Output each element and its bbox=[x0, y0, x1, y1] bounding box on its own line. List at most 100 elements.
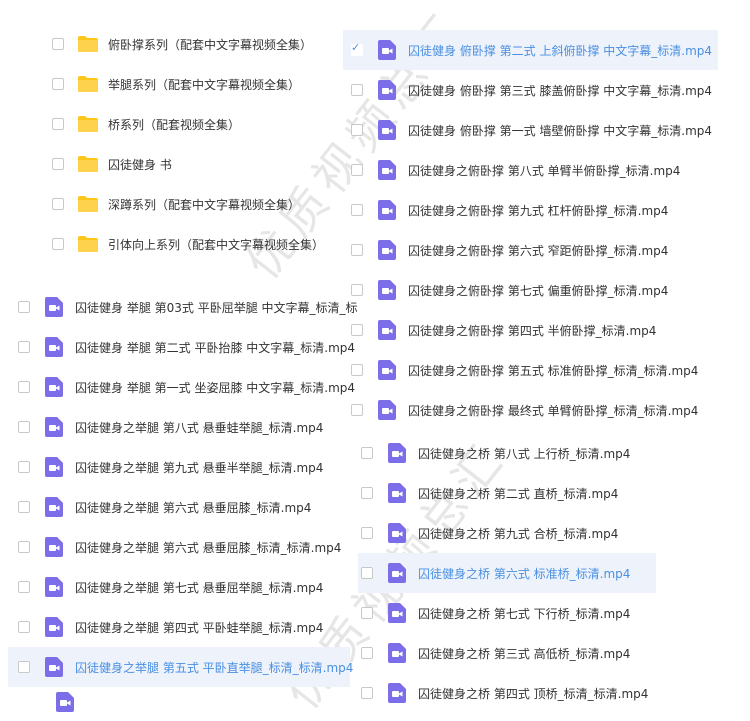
row-checkbox[interactable] bbox=[351, 41, 363, 56]
file-row[interactable]: 囚徒健身 举腿 第一式 坐姿屈膝 中文字幕_标清.mp4 bbox=[8, 367, 355, 407]
file-row[interactable]: 囚徒健身 举腿 第03式 平卧屈举腿 中文字幕_标清_标 bbox=[8, 287, 358, 327]
file-name: 囚徒健身之俯卧撑 第六式 窄距俯卧撑_标清.mp4 bbox=[408, 243, 669, 258]
row-checkbox[interactable] bbox=[52, 118, 64, 130]
video-file-icon bbox=[378, 200, 396, 220]
row-checkbox[interactable] bbox=[52, 238, 64, 250]
folder-icon bbox=[78, 76, 98, 92]
folder-name: 深蹲系列（配套中文字幕视频全集） bbox=[108, 197, 301, 212]
file-name: 囚徒健身 俯卧撑 第三式 膝盖俯卧撑 中文字幕_标清.mp4 bbox=[408, 83, 713, 98]
file-name: 囚徒健身之举腿 第九式 悬垂半举腿_标清.mp4 bbox=[75, 460, 324, 475]
file-row[interactable]: 囚徒健身之俯卧撑 第八式 单臂半俯卧撑_标清.mp4 bbox=[343, 150, 718, 190]
row-checkbox[interactable] bbox=[52, 38, 64, 50]
folder-row[interactable]: 桥系列（配套视频全集） bbox=[0, 104, 340, 144]
folder-row[interactable]: 囚徒健身 书 bbox=[0, 144, 340, 184]
folder-row[interactable]: 深蹲系列（配套中文字幕视频全集） bbox=[0, 184, 340, 224]
file-row[interactable]: 囚徒健身 俯卧撑 第二式 上斜俯卧撑 中文字幕_标清.mp4 bbox=[343, 30, 718, 70]
file-name: 囚徒健身 举腿 第03式 平卧屈举腿 中文字幕_标清_标 bbox=[75, 300, 358, 315]
row-checkbox[interactable] bbox=[351, 324, 363, 336]
row-checkbox[interactable] bbox=[361, 487, 373, 499]
file-row[interactable]: 囚徒健身之举腿 第九式 悬垂半举腿_标清.mp4 bbox=[8, 447, 350, 487]
row-checkbox[interactable] bbox=[18, 301, 30, 313]
file-row[interactable]: 囚徒健身之俯卧撑 第九式 杠杆俯卧撑_标清.mp4 bbox=[343, 190, 718, 230]
file-name: 囚徒健身 俯卧撑 第二式 上斜俯卧撑 中文字幕_标清.mp4 bbox=[408, 43, 713, 58]
file-row[interactable]: 囚徒健身之举腿 第八式 悬垂蛙举腿_标清.mp4 bbox=[8, 407, 350, 447]
row-checkbox[interactable] bbox=[18, 661, 30, 673]
file-row[interactable]: 囚徒健身之桥 第四式 顶桥_标清_标清.mp4 bbox=[358, 673, 656, 713]
row-checkbox[interactable] bbox=[351, 84, 363, 96]
folder-icon bbox=[78, 116, 98, 132]
file-row[interactable]: 囚徒健身 举腿 第二式 平卧抬膝 中文字幕_标清.mp4 bbox=[8, 327, 355, 367]
row-checkbox[interactable] bbox=[351, 204, 363, 216]
file-row[interactable]: 囚徒健身之举腿 第六式 悬垂屈膝_标清.mp4 bbox=[8, 487, 350, 527]
file-row[interactable]: 囚徒健身之举腿 第六式 悬垂屈膝_标清_标清.mp4 bbox=[8, 527, 350, 567]
file-row[interactable]: 囚徒健身之桥 第八式 上行桥_标清.mp4 bbox=[358, 433, 656, 473]
row-checkbox[interactable] bbox=[18, 381, 30, 393]
row-checkbox[interactable] bbox=[361, 687, 373, 699]
file-row[interactable]: 囚徒健身之桥 第九式 合桥_标清.mp4 bbox=[358, 513, 656, 553]
file-row[interactable]: 囚徒健身 俯卧撑 第三式 膝盖俯卧撑 中文字幕_标清.mp4 bbox=[343, 70, 718, 110]
row-checkbox[interactable] bbox=[361, 647, 373, 659]
row-checkbox[interactable] bbox=[351, 284, 363, 296]
video-file-icon bbox=[45, 377, 63, 397]
video-file-icon bbox=[378, 400, 396, 420]
video-file-icon bbox=[45, 657, 63, 677]
file-name: 囚徒健身之桥 第九式 合桥_标清.mp4 bbox=[418, 526, 619, 541]
row-checkbox[interactable] bbox=[18, 541, 30, 553]
row-checkbox[interactable] bbox=[351, 164, 363, 176]
video-file-icon bbox=[388, 483, 406, 503]
row-checkbox[interactable] bbox=[351, 364, 363, 376]
file-name: 囚徒健身之举腿 第八式 悬垂蛙举腿_标清.mp4 bbox=[75, 420, 324, 435]
folder-icon bbox=[78, 196, 98, 212]
file-row[interactable]: 囚徒健身之桥 第七式 下行桥_标清.mp4 bbox=[358, 593, 656, 633]
file-row[interactable]: 囚徒健身之俯卧撑 第五式 标准俯卧撑_标清_标清.mp4 bbox=[343, 350, 718, 390]
row-checkbox[interactable] bbox=[18, 461, 30, 473]
row-checkbox[interactable] bbox=[18, 581, 30, 593]
row-checkbox[interactable] bbox=[351, 404, 363, 416]
row-checkbox[interactable] bbox=[52, 158, 64, 170]
folder-row[interactable]: 举腿系列（配套中文字幕视频全集） bbox=[0, 64, 340, 104]
video-file-icon bbox=[378, 120, 396, 140]
file-row[interactable]: 囚徒健身之举腿 第五式 平卧直举腿_标清_标清.mp4 bbox=[8, 647, 353, 687]
video-file-icon bbox=[388, 523, 406, 543]
row-checkbox[interactable] bbox=[351, 244, 363, 256]
video-file-icon bbox=[378, 320, 396, 340]
file-row[interactable]: 囚徒健身之桥 第六式 标准桥_标清.mp4 bbox=[358, 553, 656, 593]
video-file-icon bbox=[45, 537, 63, 557]
file-row[interactable]: 囚徒健身之举腿 第七式 悬垂屈举腿_标清.mp4 bbox=[8, 567, 350, 607]
video-file-icon bbox=[45, 417, 63, 437]
folder-row[interactable]: 引体向上系列（配套中文字幕视频全集） bbox=[0, 224, 340, 264]
file-row[interactable]: 囚徒健身之俯卧撑 第四式 半俯卧撑_标清.mp4 bbox=[343, 310, 718, 350]
video-file-icon bbox=[378, 160, 396, 180]
row-checkbox[interactable] bbox=[18, 341, 30, 353]
folder-name: 桥系列（配套视频全集） bbox=[108, 117, 241, 132]
row-checkbox[interactable] bbox=[18, 501, 30, 513]
file-name: 囚徒健身之俯卧撑 第七式 偏重俯卧撑_标清.mp4 bbox=[408, 283, 669, 298]
folder-name: 俯卧撑系列（配套中文字幕视频全集） bbox=[108, 37, 313, 52]
file-row[interactable]: 囚徒健身之桥 第二式 直桥_标清.mp4 bbox=[358, 473, 656, 513]
row-checkbox[interactable] bbox=[52, 198, 64, 210]
row-checkbox[interactable] bbox=[361, 527, 373, 539]
file-row[interactable]: 囚徒健身之俯卧撑 最终式 单臂俯卧撑_标清_标清.mp4 bbox=[343, 390, 718, 430]
row-checkbox[interactable] bbox=[361, 607, 373, 619]
row-checkbox[interactable] bbox=[351, 124, 363, 136]
folder-row[interactable]: 俯卧撑系列（配套中文字幕视频全集） bbox=[0, 24, 340, 64]
file-name: 囚徒健身 俯卧撑 第一式 墙壁俯卧撑 中文字幕_标清.mp4 bbox=[408, 123, 713, 138]
video-file-icon bbox=[45, 617, 63, 637]
row-checkbox[interactable] bbox=[361, 567, 373, 579]
row-checkbox[interactable] bbox=[361, 447, 373, 459]
file-row[interactable]: 囚徒健身之桥 第三式 高低桥_标清.mp4 bbox=[358, 633, 656, 673]
video-file-icon bbox=[378, 40, 396, 60]
row-checkbox[interactable] bbox=[18, 621, 30, 633]
row-checkbox[interactable] bbox=[52, 78, 64, 90]
file-row[interactable]: 囚徒健身 俯卧撑 第一式 墙壁俯卧撑 中文字幕_标清.mp4 bbox=[343, 110, 718, 150]
file-name: 囚徒健身之桥 第三式 高低桥_标清.mp4 bbox=[418, 646, 631, 661]
file-row[interactable]: 囚徒健身之俯卧撑 第六式 窄距俯卧撑_标清.mp4 bbox=[343, 230, 718, 270]
video-file-icon bbox=[388, 563, 406, 583]
row-checkbox[interactable] bbox=[18, 421, 30, 433]
file-row[interactable]: 囚徒健身之举腿 第四式 平卧蛙举腿_标清.mp4 bbox=[8, 607, 350, 647]
video-file-icon bbox=[388, 603, 406, 623]
file-name: 囚徒健身之举腿 第七式 悬垂屈举腿_标清.mp4 bbox=[75, 580, 324, 595]
video-file-icon bbox=[388, 683, 406, 703]
file-row[interactable]: 囚徒健身之俯卧撑 第七式 偏重俯卧撑_标清.mp4 bbox=[343, 270, 718, 310]
file-name: 囚徒健身之桥 第六式 标准桥_标清.mp4 bbox=[418, 566, 631, 581]
